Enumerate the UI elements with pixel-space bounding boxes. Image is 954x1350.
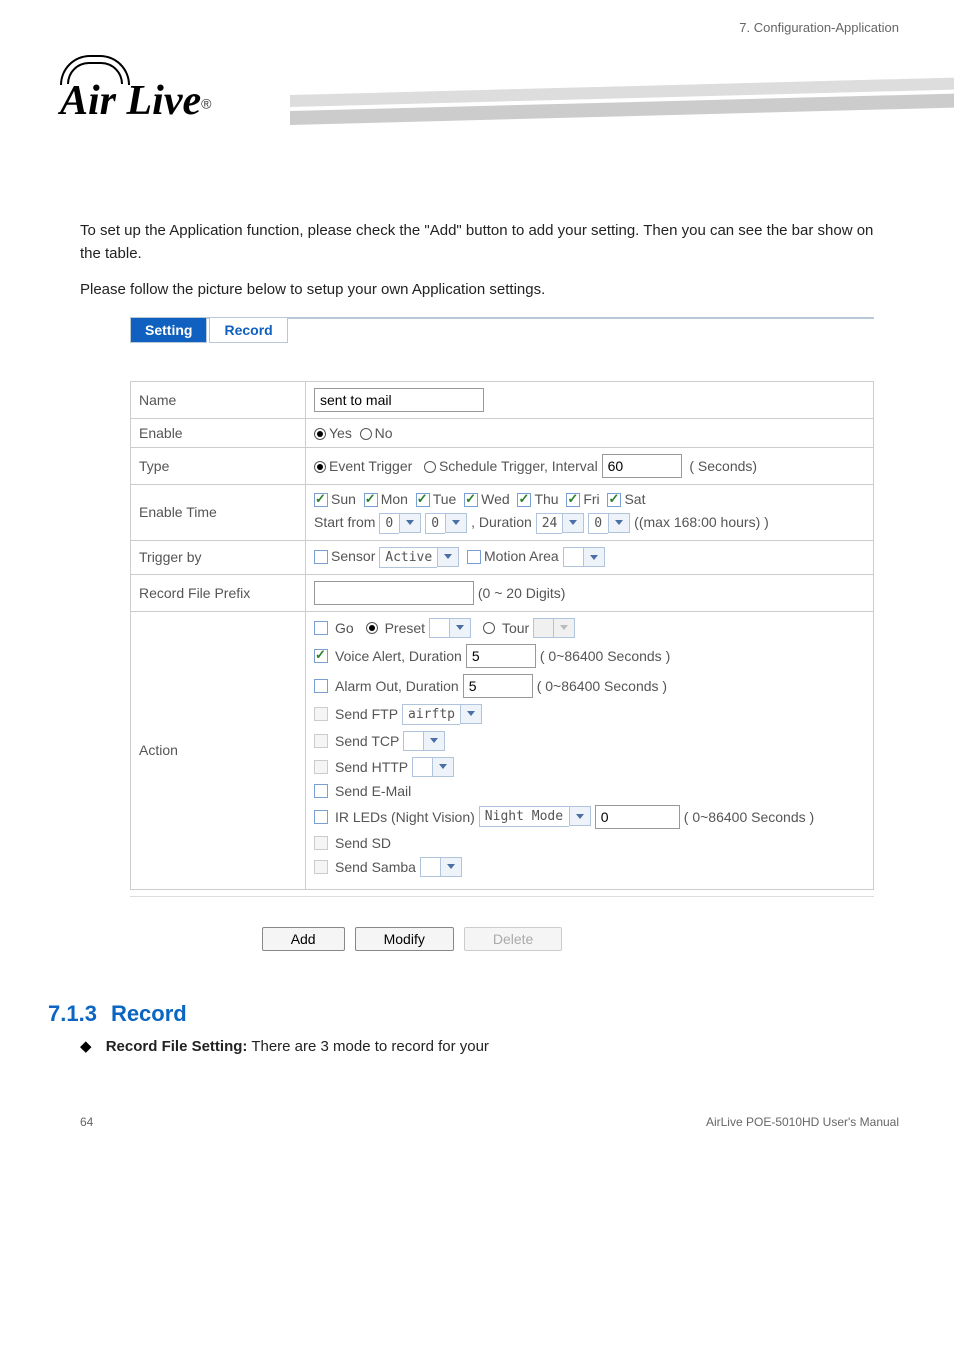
bullet-label: Record File Setting: — [106, 1038, 248, 1055]
page-number: 64 — [80, 1115, 93, 1129]
section-number: 7.1.3 — [48, 1001, 97, 1027]
row-trigger-label: Trigger by — [131, 540, 306, 574]
bullet-icon: ◆ — [80, 1038, 92, 1055]
day-wed-check[interactable] — [464, 493, 478, 507]
delete-button: Delete — [464, 927, 562, 951]
tour-select — [533, 618, 575, 638]
ftp-check[interactable] — [314, 707, 328, 721]
intro-p1: To set up the Application function, plea… — [80, 220, 874, 265]
voice-check[interactable] — [314, 649, 328, 663]
name-input[interactable] — [314, 388, 484, 412]
tour-radio[interactable] — [483, 622, 495, 634]
settings-table: Name Enable Yes No Type Event Trigger Sc… — [130, 381, 874, 890]
email-check[interactable] — [314, 784, 328, 798]
day-sun-check[interactable] — [314, 493, 328, 507]
irled-check[interactable] — [314, 810, 328, 824]
day-sat-check[interactable] — [607, 493, 621, 507]
samba-check[interactable] — [314, 860, 328, 874]
row-enabletime-label: Enable Time — [131, 484, 306, 540]
tab-record[interactable]: Record — [209, 318, 287, 343]
row-action-label: Action — [131, 611, 306, 889]
motion-check[interactable] — [467, 550, 481, 564]
irled-duration-input[interactable] — [595, 805, 680, 829]
interval-input[interactable] — [602, 454, 682, 478]
add-button[interactable]: Add — [262, 927, 345, 951]
row-type-label: Type — [131, 447, 306, 484]
tcp-check[interactable] — [314, 734, 328, 748]
sensor-select[interactable]: Active — [379, 547, 459, 568]
http-check[interactable] — [314, 760, 328, 774]
start-mm-select[interactable]: 0 — [425, 513, 467, 534]
alarm-duration-input[interactable] — [463, 674, 533, 698]
preset-radio[interactable] — [366, 622, 378, 634]
dur-mm-select[interactable]: 0 — [588, 513, 630, 534]
http-select[interactable] — [412, 757, 454, 777]
day-tue-check[interactable] — [416, 493, 430, 507]
preset-select[interactable] — [429, 618, 471, 638]
start-hh-select[interactable]: 0 — [379, 513, 421, 534]
go-check[interactable] — [314, 621, 328, 635]
sd-check[interactable] — [314, 836, 328, 850]
type-schedule-radio[interactable] — [424, 461, 436, 473]
sensor-check[interactable] — [314, 550, 328, 564]
tab-setting[interactable]: Setting — [130, 318, 207, 343]
modify-button[interactable]: Modify — [355, 927, 454, 951]
prefix-input[interactable] — [314, 581, 474, 605]
day-mon-check[interactable] — [364, 493, 378, 507]
row-prefix-label: Record File Prefix — [131, 574, 306, 611]
chapter-label: 7. Configuration-Application — [739, 20, 899, 35]
day-thu-check[interactable] — [517, 493, 531, 507]
voice-duration-input[interactable] — [466, 644, 536, 668]
row-enable-label: Enable — [131, 418, 306, 447]
day-fri-check[interactable] — [566, 493, 580, 507]
header-swoosh — [290, 95, 954, 175]
ftp-select[interactable]: airftp — [402, 704, 482, 725]
alarm-check[interactable] — [314, 679, 328, 693]
dur-hh-select[interactable]: 24 — [536, 513, 585, 534]
enable-no-radio[interactable] — [360, 428, 372, 440]
section-title: Record — [111, 1001, 187, 1027]
motion-select[interactable] — [563, 547, 605, 567]
brand-logo: Air Live® — [60, 55, 211, 125]
type-event-radio[interactable] — [314, 461, 326, 473]
samba-select[interactable] — [420, 857, 462, 877]
tcp-select[interactable] — [403, 731, 445, 751]
enable-yes-radio[interactable] — [314, 428, 326, 440]
manual-title: AirLive POE-5010HD User's Manual — [706, 1115, 899, 1129]
intro-p2: Please follow the picture below to setup… — [80, 279, 874, 302]
row-name-label: Name — [131, 381, 306, 418]
irled-mode-select[interactable]: Night Mode — [479, 806, 591, 827]
bullet-text: There are 3 mode to record for your — [251, 1038, 489, 1055]
